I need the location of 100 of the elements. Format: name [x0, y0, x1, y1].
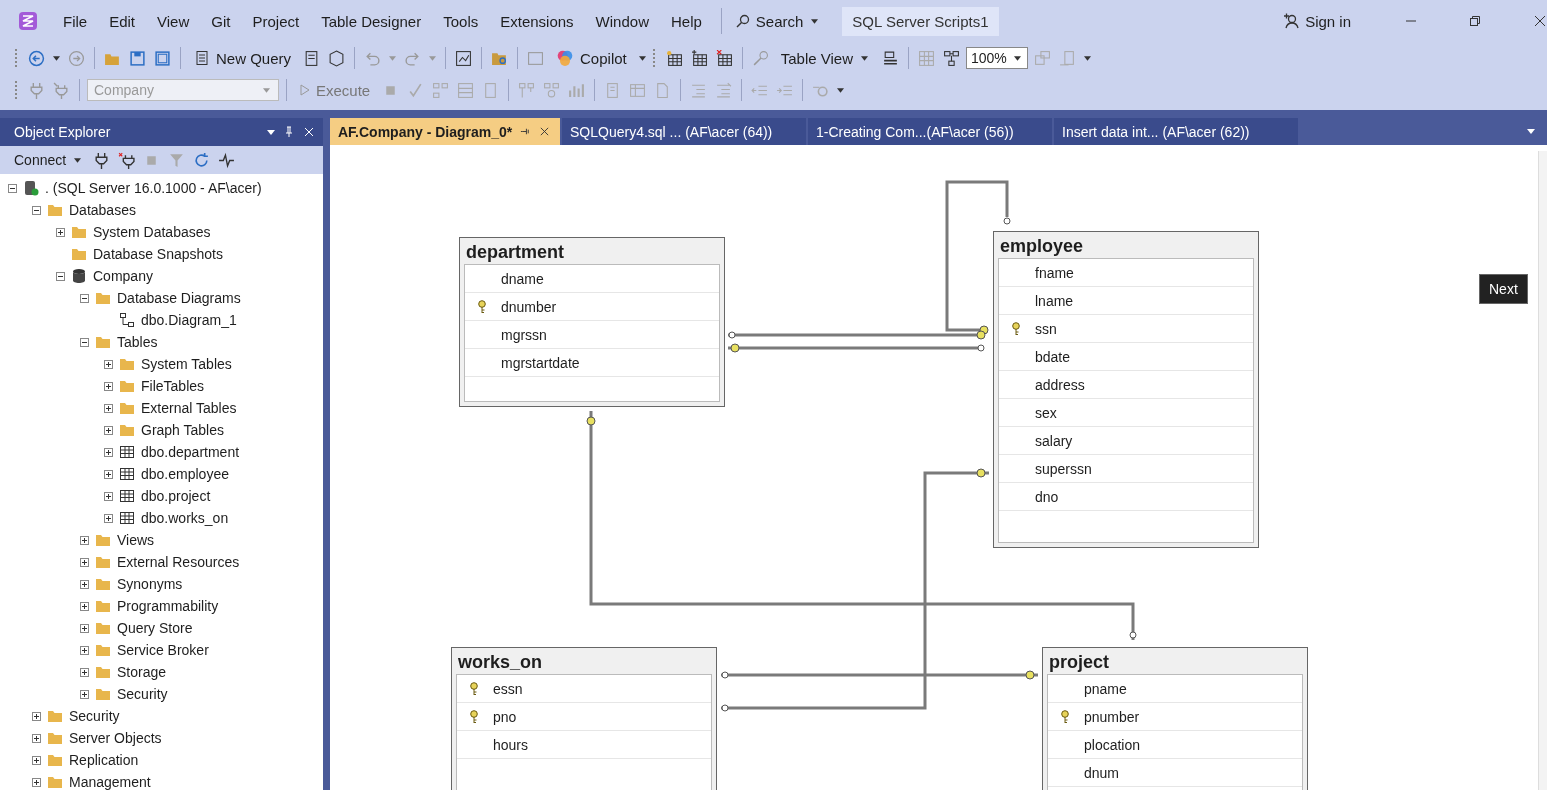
caret-icon[interactable]	[53, 55, 60, 61]
tree-item[interactable]: Database Snapshots	[93, 246, 223, 262]
expand-icon[interactable]	[104, 447, 113, 457]
scrollbar[interactable]	[1538, 151, 1547, 790]
expand-icon[interactable]	[80, 601, 89, 611]
menu-item[interactable]: Help	[659, 12, 713, 30]
expand-icon[interactable]	[104, 403, 113, 413]
tree-item[interactable]: System Tables	[141, 356, 232, 372]
caret-icon[interactable]	[267, 129, 275, 135]
column-name: dnumber	[501, 298, 557, 315]
tree-item[interactable]: Service Broker	[117, 642, 209, 658]
copilot-button[interactable]: Copilot	[550, 47, 633, 69]
document-tab[interactable]: AF.Company - Diagram_0*	[330, 118, 560, 145]
caret-icon[interactable]	[1014, 55, 1021, 61]
new-query-button[interactable]: New Query	[188, 47, 298, 69]
tree-item[interactable]: Programmability	[117, 598, 219, 614]
collapse-icon[interactable]	[80, 293, 89, 303]
tree-item[interactable]: System Databases	[93, 224, 211, 240]
column-name: bdate	[1035, 348, 1071, 365]
expand-icon[interactable]	[104, 469, 113, 479]
collapse-icon[interactable]	[80, 337, 89, 347]
tree-item[interactable]: Tables	[117, 334, 158, 350]
expand-icon[interactable]	[80, 535, 89, 545]
expand-icon[interactable]	[80, 645, 89, 655]
caret-icon[interactable]	[861, 55, 868, 61]
collapse-icon[interactable]	[8, 183, 17, 193]
expand-icon[interactable]	[32, 755, 41, 765]
expand-icon[interactable]	[104, 381, 113, 391]
expand-icon[interactable]	[56, 227, 65, 237]
tree-item[interactable]: Management	[69, 774, 151, 790]
tree-item[interactable]: Replication	[69, 752, 139, 768]
caret-icon[interactable]	[811, 18, 819, 24]
tree-item[interactable]: Security	[69, 708, 120, 724]
tree-item[interactable]: dbo.Diagram_1	[141, 312, 237, 328]
table-name: department	[465, 241, 565, 264]
expand-icon[interactable]	[80, 557, 89, 567]
menu-item[interactable]: File	[52, 12, 99, 30]
tree-item[interactable]: dbo.department	[141, 444, 240, 460]
folder-icon	[95, 664, 111, 680]
caret-icon[interactable]	[1084, 55, 1091, 61]
tree-item[interactable]: External Tables	[141, 400, 237, 416]
tree-item[interactable]: FileTables	[141, 378, 205, 394]
expand-icon[interactable]	[80, 579, 89, 589]
expand-icon[interactable]	[104, 359, 113, 369]
restore-icon[interactable]	[1469, 15, 1481, 27]
expand-icon[interactable]	[80, 623, 89, 633]
tree-item[interactable]: Graph Tables	[141, 422, 224, 438]
menu-item[interactable]: Git	[200, 12, 242, 30]
collapse-icon[interactable]	[32, 205, 41, 215]
expand-icon[interactable]	[104, 491, 113, 501]
column-name: mgrstartdate	[501, 354, 580, 371]
close-icon[interactable]	[539, 126, 551, 137]
tree-item[interactable]: Storage	[117, 664, 167, 680]
sign-in-button[interactable]: Sign in	[1277, 10, 1357, 32]
tree-item[interactable]: . (SQL Server 16.0.1000 - AF\acer)	[45, 180, 262, 196]
menu-item[interactable]: Project	[241, 12, 311, 30]
tree-item[interactable]: Views	[117, 532, 155, 548]
zoom-dropdown[interactable]: 100%	[966, 47, 1028, 69]
expand-icon[interactable]	[80, 689, 89, 699]
menu-item[interactable]: Edit	[98, 12, 147, 30]
expand-icon[interactable]	[32, 711, 41, 721]
menu-item[interactable]: Tools	[432, 12, 490, 30]
caret-icon[interactable]	[1527, 129, 1535, 134]
document-tab[interactable]: SQLQuery4.sql ... (AF\acer (64))	[562, 118, 806, 145]
tree-item[interactable]: Query Store	[117, 620, 193, 636]
expand-icon[interactable]	[32, 733, 41, 743]
menu-item[interactable]: View	[146, 12, 201, 30]
caret-icon[interactable]	[638, 55, 646, 61]
tree-item[interactable]: Server Objects	[69, 730, 162, 746]
table-view-button[interactable]: Table View	[774, 47, 876, 69]
tree-item[interactable]: dbo.works_on	[141, 510, 229, 526]
caret-icon[interactable]	[837, 87, 845, 93]
tree-item[interactable]: Company	[93, 268, 153, 284]
tree-item[interactable]: Database Diagrams	[117, 290, 241, 306]
tree-item[interactable]: dbo.employee	[141, 466, 229, 482]
table-name: project	[1048, 651, 1110, 674]
tree-item[interactable]: Synonyms	[117, 576, 183, 592]
menu-item[interactable]: Window	[584, 12, 660, 30]
pin-icon[interactable]	[520, 126, 532, 137]
tree-item[interactable]: dbo.project	[141, 488, 211, 504]
collapse-icon[interactable]	[56, 271, 65, 281]
connect-button[interactable]: Connect	[10, 152, 88, 168]
tree-item[interactable]: External Resources	[117, 554, 240, 570]
tree-item[interactable]: Security	[117, 686, 168, 702]
close-icon[interactable]	[1533, 15, 1547, 27]
document-tab[interactable]: Insert data int... (AF\acer (62))	[1054, 118, 1298, 145]
caret-icon[interactable]	[74, 157, 82, 163]
tree-item[interactable]: Databases	[69, 202, 136, 218]
expand-icon[interactable]	[104, 513, 113, 523]
menu-item[interactable]: Extensions	[489, 12, 585, 30]
menu-item[interactable]: Table Designer	[310, 12, 433, 30]
expand-icon[interactable]	[104, 425, 113, 435]
document-tab[interactable]: 1-Creating Com...(AF\acer (56))	[808, 118, 1052, 145]
pin-icon[interactable]	[283, 126, 295, 138]
column-name: fname	[1035, 264, 1074, 281]
server-icon	[23, 180, 39, 196]
search-button[interactable]: Search	[729, 10, 827, 32]
expand-icon[interactable]	[32, 777, 41, 787]
expand-icon[interactable]	[80, 667, 89, 677]
column-name: pnumber	[1084, 708, 1140, 725]
